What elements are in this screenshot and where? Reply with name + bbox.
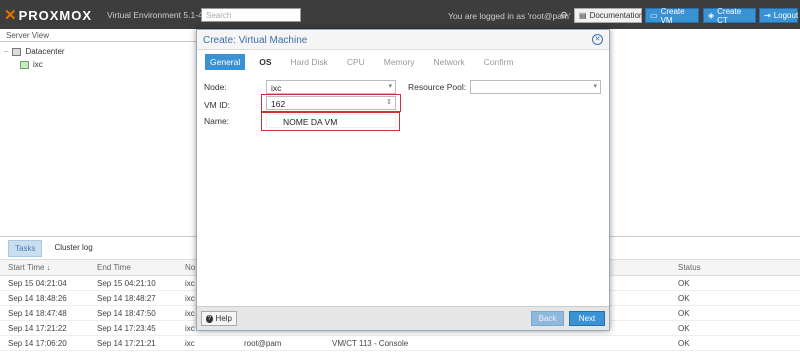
tab-os[interactable]: OS (254, 54, 276, 70)
next-button[interactable]: Next (569, 311, 605, 326)
cell-status: OK (678, 309, 690, 318)
dialog-footer: ? Help Back Next (197, 306, 609, 330)
tab-memory[interactable]: Memory (379, 54, 420, 70)
resource-pool-select[interactable]: ▾ (470, 80, 601, 94)
column-end-time[interactable]: End Time (89, 260, 177, 275)
close-icon[interactable]: ✕ (592, 34, 603, 45)
cell-end: Sep 14 17:21:21 (97, 339, 156, 348)
logout-icon: ⇥ (764, 11, 771, 20)
vm-id-field[interactable]: 162 ⇕ (266, 96, 396, 110)
question-icon: ? (206, 314, 213, 323)
cube-icon: ◈ (708, 11, 715, 20)
column-status[interactable]: Status (670, 260, 800, 275)
cell-start: Sep 14 18:47:48 (8, 309, 67, 318)
vm-id-label: VM ID: (204, 100, 230, 110)
top-bar: ✕ PROXMOX Virtual Environment 5.1-41 Sear… (0, 0, 800, 29)
tab-cpu[interactable]: CPU (342, 54, 370, 70)
cell-start: Sep 14 18:48:26 (8, 294, 67, 303)
tab-confirm[interactable]: Confirm (479, 54, 519, 70)
tab-network[interactable]: Network (429, 54, 470, 70)
resource-tree: – Datacenter ixc (4, 45, 65, 71)
table-row[interactable]: Sep 14 17:06:20 Sep 14 17:21:21 ixc root@pa… (0, 336, 800, 351)
cell-status: OK (678, 279, 690, 288)
tab-cluster-log[interactable]: Cluster log (48, 240, 98, 257)
create-vm-dialog: Create: Virtual Machine ✕ General OS Har… (196, 29, 610, 331)
back-button[interactable]: Back (531, 311, 564, 326)
tab-general[interactable]: General (205, 54, 246, 70)
gear-icon[interactable]: ⚙ (560, 10, 568, 21)
chevron-down-icon: ▾ (388, 83, 392, 90)
cell-user: root@pam (244, 339, 282, 348)
view-selector[interactable]: Server View (0, 29, 198, 42)
column-start-time[interactable]: Start Time ↓ (0, 260, 89, 275)
logout-button[interactable]: ⇥ Logout (759, 8, 798, 23)
chevron-down-icon: ▾ (593, 83, 597, 90)
cell-desc: VM/CT 113 - Console (332, 339, 409, 348)
cell-end: Sep 15 04:21:10 (97, 279, 156, 288)
dialog-title: Create: Virtual Machine (197, 30, 609, 50)
resource-pool-label: Resource Pool: (408, 82, 467, 92)
cell-start: Sep 14 17:21:22 (8, 324, 67, 333)
name-field[interactable]: NOME DA VM (266, 114, 396, 128)
server-icon (20, 60, 29, 69)
proxmox-logo: ✕ PROXMOX (4, 7, 93, 24)
monitor-icon: ▭ (650, 11, 658, 20)
book-icon: ▤ (579, 11, 587, 20)
name-label: Name: (204, 116, 230, 126)
cell-start: Sep 14 17:06:20 (8, 339, 67, 348)
cell-end: Sep 14 18:48:27 (97, 294, 156, 303)
wizard-tabs: General OS Hard Disk CPU Memory Network … (205, 54, 527, 70)
node-select[interactable]: ixc ▾ (266, 80, 396, 94)
help-button[interactable]: ? Help (201, 311, 237, 326)
search-input[interactable]: Search (201, 8, 301, 22)
documentation-button[interactable]: ▤ Documentation (574, 8, 643, 23)
cell-end: Sep 14 17:23:45 (97, 324, 156, 333)
cell-status: OK (678, 324, 690, 333)
cell-node: ixc (185, 339, 195, 348)
tree-item-datacenter[interactable]: – Datacenter (4, 45, 65, 58)
tab-hard-disk[interactable]: Hard Disk (286, 54, 333, 70)
datacenter-icon (12, 47, 22, 56)
version-text: Virtual Environment 5.1-41 (107, 10, 208, 20)
cell-end: Sep 14 18:47:50 (97, 309, 156, 318)
spinner-icon[interactable]: ⇕ (386, 98, 392, 106)
logged-in-text: You are logged in as 'root@pam' (448, 11, 571, 21)
node-label: Node: (204, 82, 227, 92)
cell-status: OK (678, 339, 690, 348)
create-ct-button[interactable]: ◈ Create CT (703, 7, 756, 25)
resource-tree-panel: Server View – Datacenter ixc (0, 29, 198, 234)
create-vm-button[interactable]: ▭ Create VM (645, 7, 699, 25)
tree-item-node[interactable]: ixc (4, 58, 65, 71)
cell-start: Sep 15 04:21:04 (8, 279, 67, 288)
tab-tasks[interactable]: Tasks (8, 240, 43, 257)
cell-status: OK (678, 294, 690, 303)
